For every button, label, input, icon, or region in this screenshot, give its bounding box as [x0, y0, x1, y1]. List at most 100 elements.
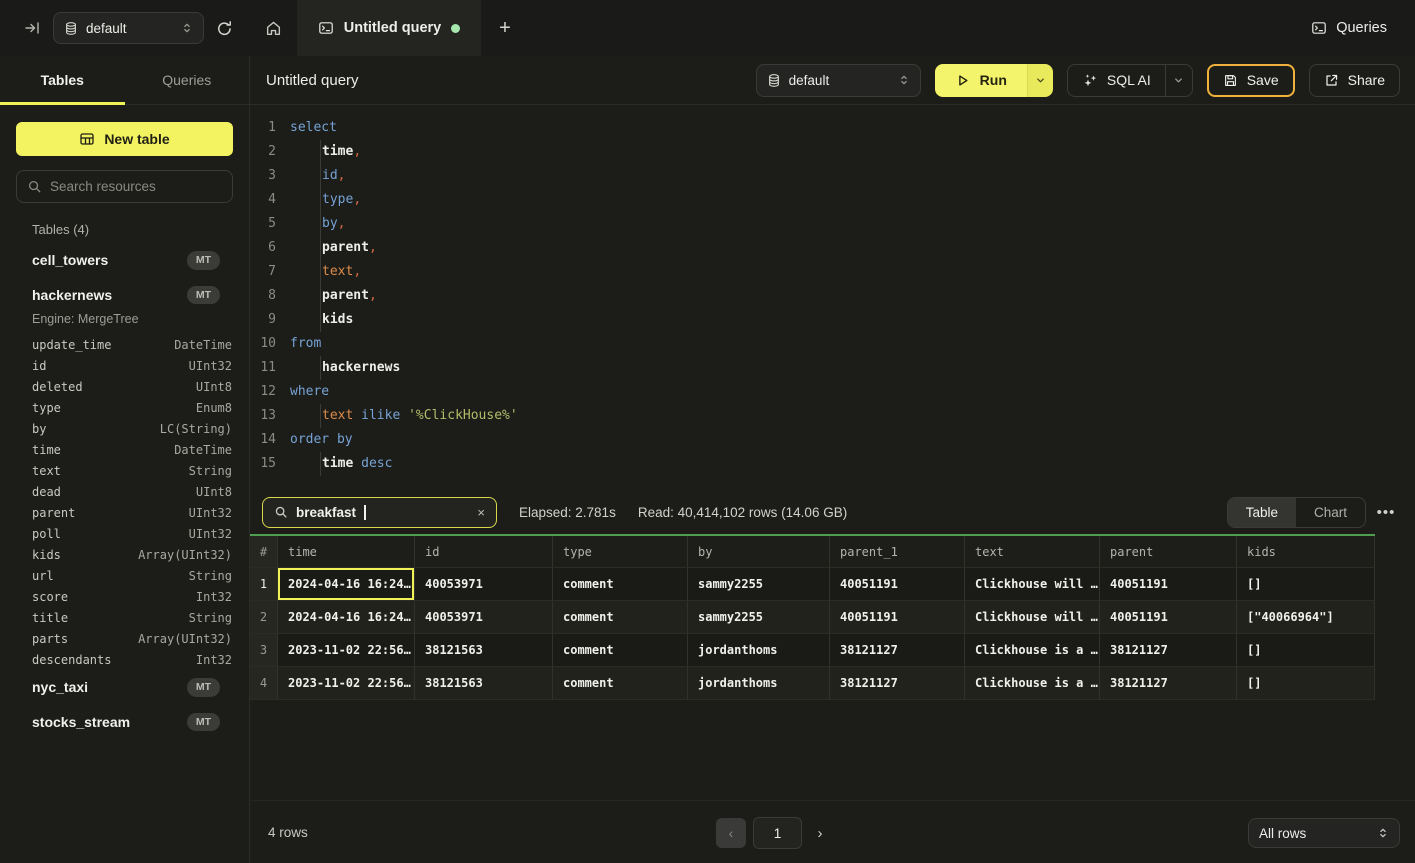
run-button[interactable]: Run [935, 64, 1027, 97]
table-cell[interactable]: 2023-11-02 22:56… [278, 634, 415, 667]
share-button[interactable]: Share [1309, 64, 1400, 97]
column-header-by: by [688, 536, 830, 568]
view-toggle-table[interactable]: Table [1228, 498, 1296, 527]
query-title: Untitled query [266, 72, 359, 89]
sidebar-tab-queries[interactable]: Queries [125, 56, 250, 104]
results-table-body: 12024-04-16 16:24…40053971commentsammy22… [250, 568, 1375, 700]
more-options-icon[interactable]: ••• [1375, 504, 1397, 521]
table-cell[interactable]: 38121127 [1100, 634, 1237, 667]
results-footer: 4 rows ‹ 1 › All rows [250, 800, 1415, 863]
code-token: , [338, 168, 346, 183]
column-type: UInt8 [196, 380, 232, 394]
row-index[interactable]: 3 [250, 634, 278, 667]
table-cell[interactable]: jordanthoms [688, 667, 830, 700]
code-token: text [322, 408, 353, 423]
sparkles-icon [1082, 72, 1098, 88]
table-cell[interactable]: Clickhouse will … [965, 601, 1100, 634]
table-cell[interactable]: 40051191 [1100, 568, 1237, 601]
chevron-updown-icon [898, 73, 910, 87]
query-database-select[interactable]: default [756, 64, 921, 97]
sidebar-table-stocks_stream[interactable]: stocks_streamMT [0, 705, 249, 740]
sql-ai-button[interactable]: SQL AI [1068, 72, 1165, 88]
row-index[interactable]: 2 [250, 601, 278, 634]
code-token: desc [361, 456, 392, 471]
view-toggle-chart[interactable]: Chart [1296, 498, 1365, 527]
table-column-row: pollUInt32 [0, 523, 249, 544]
table-cell[interactable]: 40051191 [1100, 601, 1237, 634]
table-cell[interactable]: [] [1237, 667, 1375, 700]
app-window: default [0, 0, 1415, 863]
refresh-icon[interactable] [216, 20, 233, 37]
tab-untitled-query[interactable]: Untitled query [297, 0, 481, 56]
table-cell[interactable]: comment [553, 601, 688, 634]
table-cell[interactable]: comment [553, 568, 688, 601]
table-cell[interactable]: 2024-04-16 16:24… [278, 568, 415, 601]
collapse-sidebar-icon[interactable] [24, 20, 41, 36]
line-code: text, [290, 260, 361, 284]
sidebar-table-cell_towers[interactable]: cell_towersMT [0, 243, 249, 278]
table-cell[interactable]: comment [553, 667, 688, 700]
table-cell[interactable]: [] [1237, 568, 1375, 601]
queries-button[interactable]: Queries [1311, 20, 1387, 36]
new-table-button[interactable]: New table [16, 122, 233, 156]
table-cell[interactable]: sammy2255 [688, 568, 830, 601]
sidebar-tab-tables[interactable]: Tables [0, 56, 125, 104]
topbar: default [0, 0, 1415, 56]
table-column-row: descendantsInt32 [0, 649, 249, 670]
column-type: UInt8 [196, 485, 232, 499]
table-cell[interactable]: 2024-04-16 16:24… [278, 601, 415, 634]
sidebar-table-hackernews[interactable]: hackernewsMT [0, 278, 249, 313]
clear-search-icon[interactable]: × [477, 505, 485, 520]
chevron-updown-icon [1377, 826, 1389, 840]
line-number: 3 [250, 164, 276, 188]
table-cell[interactable]: 40053971 [415, 601, 553, 634]
table-column-row: update_timeDateTime [0, 334, 249, 355]
editor-line: 3id, [250, 164, 1415, 188]
column-type: Array(UInt32) [138, 548, 232, 562]
sql-editor[interactable]: 1select2time,3id,4type,5by,6parent,7text… [250, 105, 1415, 490]
table-cell[interactable]: 38121127 [830, 667, 965, 700]
line-code: hackernews [290, 356, 400, 380]
sql-ai-options-button[interactable] [1165, 65, 1192, 96]
table-cell[interactable]: Clickhouse is a … [965, 634, 1100, 667]
table-cell[interactable]: ["40066964"] [1237, 601, 1375, 634]
code-token: where [290, 384, 329, 399]
current-page-button[interactable]: 1 [753, 817, 802, 849]
column-header-text: text [965, 536, 1100, 568]
table-cell[interactable]: 40053971 [415, 568, 553, 601]
tab-home[interactable] [250, 0, 297, 56]
table-cell[interactable]: 38121127 [1100, 667, 1237, 700]
page-size-select[interactable]: All rows [1248, 818, 1400, 848]
table-cell[interactable]: 38121563 [415, 667, 553, 700]
sidebar-table-nyc_taxi[interactable]: nyc_taxiMT [0, 670, 249, 705]
row-index[interactable]: 1 [250, 568, 278, 601]
table-cell[interactable]: 2023-11-02 22:56… [278, 667, 415, 700]
next-page-button[interactable]: › [809, 818, 831, 848]
line-number: 7 [250, 260, 276, 284]
results-search-input[interactable]: breakfast × [262, 497, 497, 528]
table-cell[interactable]: [] [1237, 634, 1375, 667]
table-cell[interactable]: Clickhouse will … [965, 568, 1100, 601]
editor-line: 4type, [250, 188, 1415, 212]
column-header-type: type [553, 536, 688, 568]
code-token: parent [322, 288, 369, 303]
row-index[interactable]: 4 [250, 667, 278, 700]
table-cell[interactable]: jordanthoms [688, 634, 830, 667]
run-options-button[interactable] [1027, 64, 1053, 97]
table-cell[interactable]: 40051191 [830, 601, 965, 634]
table-cell[interactable]: 38121563 [415, 634, 553, 667]
table-cell[interactable]: 38121127 [830, 634, 965, 667]
code-token: , [369, 240, 377, 255]
line-number: 14 [250, 428, 276, 452]
table-cell[interactable]: Clickhouse is a … [965, 667, 1100, 700]
code-token: '%ClickHouse%' [408, 408, 518, 423]
table-column-row: titleString [0, 607, 249, 628]
resource-search-input[interactable]: Search resources [16, 170, 233, 203]
save-button[interactable]: Save [1207, 64, 1295, 97]
table-cell[interactable]: comment [553, 634, 688, 667]
new-tab-button[interactable]: + [481, 0, 529, 56]
table-cell[interactable]: sammy2255 [688, 601, 830, 634]
database-select[interactable]: default [53, 12, 204, 44]
prev-page-button[interactable]: ‹ [716, 818, 746, 848]
table-cell[interactable]: 40051191 [830, 568, 965, 601]
